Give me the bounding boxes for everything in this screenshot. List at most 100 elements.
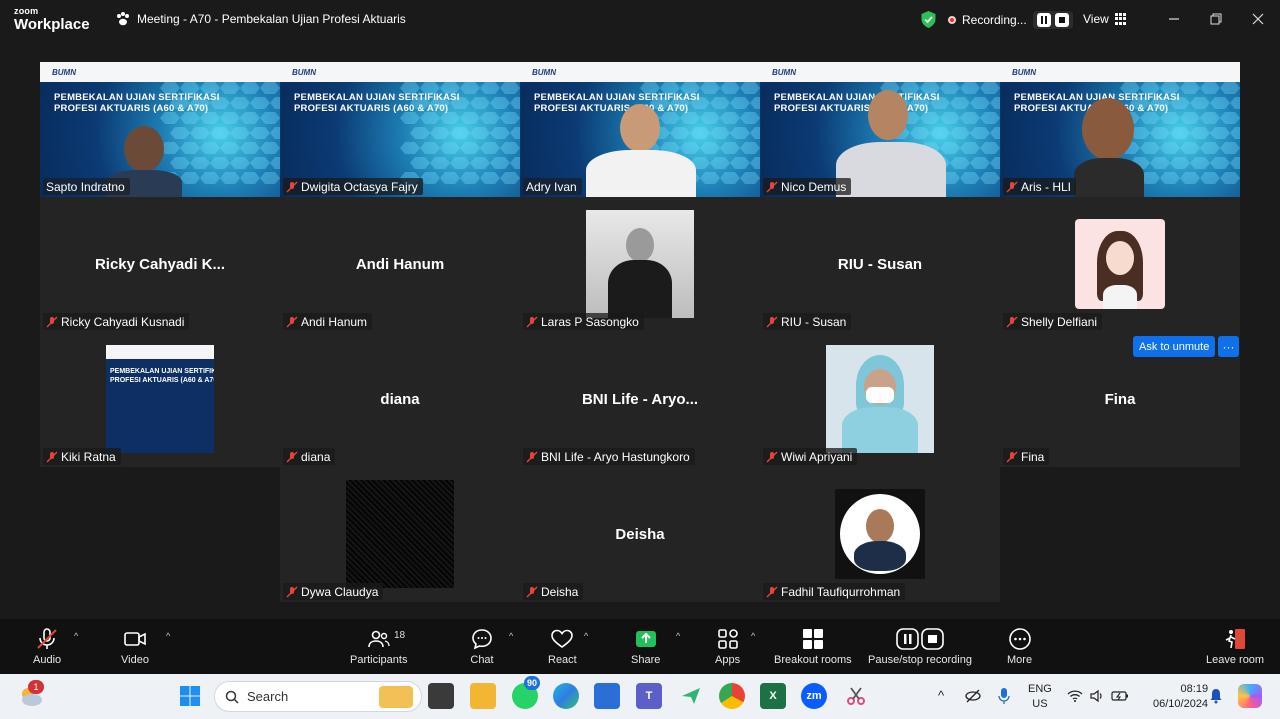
- hexagon-decoration: [950, 157, 970, 169]
- minimize-icon: [1169, 18, 1179, 20]
- audio-button[interactable]: Audio: [33, 627, 61, 666]
- video-button[interactable]: Video: [121, 627, 149, 666]
- video-tile[interactable]: Laras P Sasongko: [520, 197, 760, 332]
- hexagon-decoration: [960, 172, 980, 184]
- participant-name-tag: Laras P Sasongko: [523, 313, 644, 330]
- hexagon-decoration: [260, 112, 280, 124]
- apps-button[interactable]: Apps: [715, 627, 740, 666]
- tile-more-options-button[interactable]: ···: [1218, 336, 1239, 357]
- meeting-toolbar: Audio ^ Video ^ Participants 18 Chat ^ R…: [0, 619, 1280, 674]
- weather-widget[interactable]: 1: [18, 680, 44, 708]
- close-window-button[interactable]: [1246, 8, 1270, 30]
- zoom-app-icon[interactable]: zm: [801, 683, 827, 709]
- participant-name-tag: diana: [283, 448, 336, 465]
- notification-bell-icon[interactable]: [1209, 688, 1223, 704]
- recording-indicator[interactable]: Recording...: [948, 10, 1073, 30]
- excel-icon[interactable]: X: [760, 683, 786, 709]
- share-button[interactable]: Share: [631, 627, 660, 666]
- bumn-logo: BUMN: [52, 68, 76, 77]
- video-options-chevron-icon[interactable]: ^: [166, 631, 170, 641]
- minimize-window-button[interactable]: [1162, 8, 1186, 30]
- windows-start-icon[interactable]: [177, 683, 203, 709]
- language-indicator[interactable]: ENG US: [1028, 682, 1052, 712]
- wifi-icon[interactable]: [1067, 688, 1083, 704]
- leave-room-button[interactable]: Leave room: [1206, 627, 1264, 666]
- task-view-icon[interactable]: [428, 683, 454, 709]
- gallery-grid-icon: [1114, 13, 1127, 25]
- video-tile[interactable]: Deisha Deisha: [520, 467, 760, 602]
- muted-mic-icon: [766, 181, 778, 192]
- hexagon-decoration: [480, 142, 500, 154]
- hexagon-decoration: [230, 157, 250, 169]
- pause-recording-icon[interactable]: [1036, 13, 1051, 27]
- hexagon-decoration: [960, 82, 980, 94]
- video-tile[interactable]: BUMN PEMBEKALAN UJIAN SERTIFIKASI PROFESI…: [40, 62, 280, 197]
- video-tile[interactable]: BUMN PEMBEKALAN UJIAN SERTIFIKASI PROFESI…: [760, 62, 1000, 197]
- apps-options-chevron-icon[interactable]: ^: [751, 631, 755, 641]
- more-button[interactable]: More: [1007, 627, 1032, 666]
- video-tile[interactable]: Ricky Cahyadi K... Ricky Cahyadi Kusnadi: [40, 197, 280, 332]
- system-clock[interactable]: 08:19 06/10/2024: [1153, 682, 1208, 712]
- slide-title: PEMBEKALAN UJIAN SERTIFIKASI PROFESI AKTU…: [774, 92, 940, 114]
- react-button[interactable]: React: [548, 627, 577, 666]
- whatsapp-icon[interactable]: 90: [512, 676, 541, 709]
- video-tile[interactable]: BUMN PEMBEKALAN UJIAN SERTIFIKASI PROFESI…: [1000, 62, 1240, 197]
- encryption-shield-icon[interactable]: [920, 10, 937, 29]
- restore-window-button[interactable]: [1204, 8, 1228, 30]
- pause-stop-recording-icon: [896, 628, 944, 650]
- hexagon-decoration: [260, 172, 280, 184]
- search-icon: [225, 690, 239, 704]
- react-label: React: [548, 654, 577, 666]
- edge-browser-icon[interactable]: [553, 683, 579, 709]
- breakout-rooms-button[interactable]: Breakout rooms: [774, 627, 852, 666]
- video-tile[interactable]: BUMN PEMBEKALAN UJIAN SERTIFIKASI PROFESI…: [280, 62, 520, 197]
- network-disconnected-icon[interactable]: [965, 688, 981, 704]
- chat-options-chevron-icon[interactable]: ^: [509, 631, 513, 641]
- participant-name-tag: BNI Life - Aryo Hastungkoro: [523, 448, 695, 465]
- hexagon-decoration: [990, 97, 1000, 109]
- hexagon-decoration: [680, 142, 700, 154]
- video-tile[interactable]: Andi Hanum Andi Hanum: [280, 197, 520, 332]
- ask-to-unmute-button[interactable]: Ask to unmute: [1133, 336, 1216, 357]
- video-tile[interactable]: Wiwi Apriyani: [760, 332, 1000, 467]
- battery-icon[interactable]: [1111, 689, 1129, 703]
- microphone-tray-icon[interactable]: [997, 687, 1011, 705]
- video-tile-active-speaker[interactable]: BUMN PEMBEKALAN UJIAN SERTIFIKASI PROFESI…: [520, 62, 760, 197]
- video-tile[interactable]: BNI Life - Aryo... BNI Life - Aryo Hastu…: [520, 332, 760, 467]
- video-tile[interactable]: Shelly Delfiani: [1000, 197, 1240, 332]
- share-options-chevron-icon[interactable]: ^: [676, 631, 680, 641]
- hexagon-decoration: [430, 157, 450, 169]
- video-tile[interactable]: RIU - Susan RIU - Susan: [760, 197, 1000, 332]
- recording-dot-icon: [948, 16, 956, 24]
- video-tile[interactable]: PEMBEKALAN UJIAN SERTIFIKASIPROFESI AKTU…: [40, 332, 280, 467]
- snipping-tool-icon[interactable]: [843, 683, 869, 709]
- video-tile[interactable]: diana diana: [280, 332, 520, 467]
- hexagon-decoration: [910, 127, 930, 139]
- view-button[interactable]: View: [1083, 12, 1127, 26]
- teams-icon[interactable]: T: [636, 683, 662, 709]
- profile-photo: [1075, 219, 1165, 309]
- video-tile[interactable]: Dywa Claudya: [280, 467, 520, 602]
- pause-stop-recording-button[interactable]: Pause/stop recording: [868, 627, 972, 666]
- share-label: Share: [631, 654, 661, 666]
- file-explorer-icon[interactable]: [470, 683, 496, 709]
- hexagon-decoration: [200, 142, 220, 154]
- video-tile[interactable]: Fadhil Taufiqurrohman: [760, 467, 1000, 602]
- hexagon-decoration: [250, 127, 270, 139]
- microsoft-store-icon[interactable]: [594, 683, 620, 709]
- chrome-icon[interactable]: [719, 683, 745, 709]
- profile-photo: [586, 210, 694, 318]
- hexagon-decoration: [990, 157, 1000, 169]
- chat-button[interactable]: Chat: [470, 627, 494, 666]
- audio-options-chevron-icon[interactable]: ^: [74, 631, 78, 641]
- stop-recording-icon[interactable]: [1054, 13, 1069, 27]
- participant-name-tag: Andi Hanum: [283, 313, 373, 330]
- participant-name-tag: Deisha: [523, 583, 584, 600]
- paper-plane-app-icon[interactable]: [678, 683, 704, 709]
- show-hidden-icons-chevron-icon[interactable]: ^: [938, 688, 944, 703]
- react-options-chevron-icon[interactable]: ^: [584, 631, 588, 641]
- participant-name-tag: Dywa Claudya: [283, 583, 384, 600]
- taskbar-search-box[interactable]: Search: [214, 681, 422, 712]
- copilot-icon[interactable]: [1238, 684, 1262, 708]
- volume-icon[interactable]: [1089, 688, 1105, 704]
